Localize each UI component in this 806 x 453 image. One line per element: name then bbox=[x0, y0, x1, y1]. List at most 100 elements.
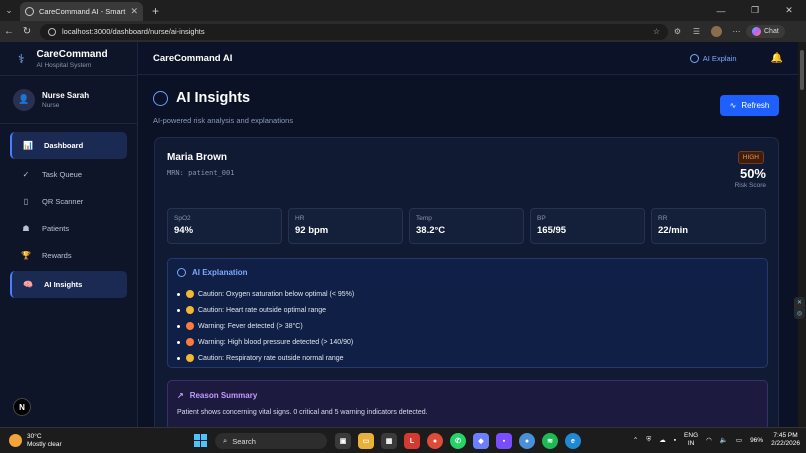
close-window-icon[interactable]: ✕ bbox=[772, 0, 806, 21]
language-indicator[interactable]: ENG IN bbox=[684, 432, 698, 448]
profile-avatar[interactable] bbox=[711, 26, 722, 37]
reason-summary-panel: ↗ Reason Summary Patient shows concerning… bbox=[167, 380, 768, 427]
app-purple-icon[interactable]: ▪ bbox=[496, 433, 512, 449]
back-icon[interactable]: ← bbox=[0, 26, 18, 37]
taskbar-apps: ▣ ▭ ▦ L ● ✆ ◆ ▪ ● ≋ e bbox=[335, 433, 581, 449]
site-info-icon[interactable] bbox=[48, 27, 56, 36]
caduceus-icon: ⚕ bbox=[18, 51, 25, 66]
sidebar-item-patients[interactable]: ☗ Patients bbox=[10, 215, 127, 242]
weather-widget[interactable]: 30°C Mostly clear bbox=[9, 433, 99, 449]
whatsapp-icon[interactable]: ✆ bbox=[450, 433, 466, 449]
brand: ⚕ CareCommand AI Hospital System bbox=[0, 42, 137, 76]
sidebar-item-ai-insights[interactable]: 🧠 AI Insights bbox=[10, 271, 127, 298]
window-controls: — ❐ ✕ bbox=[704, 0, 806, 21]
trophy-icon: 🏆 bbox=[21, 251, 31, 260]
maximize-icon[interactable]: ❐ bbox=[738, 0, 772, 21]
user-role: Nurse bbox=[42, 101, 60, 109]
copilot-chat-button[interactable]: Chat bbox=[746, 25, 785, 38]
vitals-row: SpO2 94% HR 92 bpm Temp 38.2°C BP 165/95… bbox=[167, 208, 766, 244]
vital-hr: HR 92 bpm bbox=[288, 208, 403, 244]
favorite-star-icon[interactable]: ☆ bbox=[653, 27, 660, 36]
clock-time: 7:45 PM bbox=[773, 432, 798, 439]
ai-explanation-title: AI Explanation bbox=[192, 268, 248, 277]
sidebar-item-qr-scanner[interactable]: ▯ QR Scanner bbox=[10, 188, 127, 215]
battery-icon[interactable]: ▭ bbox=[736, 436, 742, 444]
reload-icon[interactable]: ↻ bbox=[18, 26, 36, 37]
app-name: CareCommand AI bbox=[153, 52, 233, 64]
sidebar-item-rewards[interactable]: 🏆 Rewards bbox=[10, 242, 127, 269]
search-icon: ⌕ bbox=[223, 436, 228, 445]
next-dev-badge[interactable]: N bbox=[13, 398, 31, 416]
minimize-icon[interactable]: — bbox=[704, 0, 738, 21]
sidebar-item-label: QR Scanner bbox=[42, 197, 84, 206]
url-text: localhost:3000/dashboard/nurse/ai-insigh… bbox=[62, 27, 205, 36]
browser-tab[interactable]: CareCommand AI - Smart Digital H ✕ bbox=[20, 2, 143, 21]
file-explorer-icon[interactable]: ▭ bbox=[358, 433, 374, 449]
sidebar-item-task-queue[interactable]: ✓ Task Queue bbox=[10, 161, 127, 188]
windows-start-icon[interactable] bbox=[194, 434, 207, 447]
sidebar-item-dashboard[interactable]: 📊 Dashboard bbox=[10, 132, 127, 159]
favorites-icon[interactable]: ☰ bbox=[687, 27, 706, 36]
app-tray-icon[interactable]: ▪ bbox=[674, 437, 676, 444]
refresh-button[interactable]: ∿ Refresh bbox=[720, 95, 779, 116]
extensions-icon[interactable]: ⚙ bbox=[668, 27, 687, 36]
scrollbar-thumb[interactable] bbox=[800, 50, 804, 90]
sidebar-item-label: Rewards bbox=[42, 251, 72, 260]
ai-explain-button[interactable]: AI Explain bbox=[689, 53, 737, 63]
explanation-list: Caution: Oxygen saturation below optimal… bbox=[177, 286, 354, 366]
list-item-text: Caution: Oxygen saturation below optimal… bbox=[198, 290, 355, 298]
trend-icon: ↗ bbox=[177, 391, 184, 400]
warning-icon bbox=[186, 322, 194, 330]
patient-mrn: MRN: patient_001 bbox=[167, 169, 235, 177]
temperature: 30°C bbox=[27, 432, 42, 440]
task-view-icon[interactable]: ▣ bbox=[335, 433, 351, 449]
user-profile: 👤 Nurse Sarah Nurse bbox=[0, 76, 137, 124]
edge-icon[interactable]: e bbox=[565, 433, 581, 449]
region-code: IN bbox=[687, 440, 695, 447]
chrome-icon[interactable]: ● bbox=[427, 433, 443, 449]
vital-value: 92 bpm bbox=[295, 225, 329, 236]
caution-icon bbox=[186, 290, 194, 298]
taskbar-search[interactable]: ⌕ Search bbox=[215, 433, 327, 449]
vital-value: 94% bbox=[174, 225, 194, 236]
vital-value: 38.2°C bbox=[416, 225, 446, 236]
close-icon[interactable]: ✕ bbox=[797, 299, 802, 306]
copilot-app-icon[interactable]: ◆ bbox=[473, 433, 489, 449]
onedrive-icon[interactable]: ☁ bbox=[659, 436, 666, 444]
copilot-label: Chat bbox=[764, 28, 779, 35]
list-item-text: Warning: Fever detected (> 38°C) bbox=[198, 322, 303, 330]
clock[interactable]: 7:45 PM 2/22/2026 bbox=[771, 432, 800, 448]
store-icon[interactable]: ▦ bbox=[381, 433, 397, 449]
app-l-icon[interactable]: L bbox=[404, 433, 420, 449]
close-tab-icon[interactable]: ✕ bbox=[130, 6, 138, 17]
brand-title: CareCommand bbox=[36, 48, 108, 60]
risk-score: 50% bbox=[739, 166, 766, 181]
vital-bp: BP 165/95 bbox=[530, 208, 645, 244]
new-tab-icon[interactable]: + bbox=[152, 4, 159, 18]
more-icon[interactable]: ⋯ bbox=[727, 27, 746, 36]
patient-card: Maria Brown MRN: patient_001 HIGH 50% Ri… bbox=[154, 137, 779, 427]
url-field[interactable]: localhost:3000/dashboard/nurse/ai-insigh… bbox=[40, 23, 668, 40]
chevron-up-icon[interactable]: ⌃ bbox=[633, 436, 638, 444]
check-icon: ✓ bbox=[22, 170, 30, 179]
page-scrollbar[interactable] bbox=[798, 42, 806, 427]
main-content: CareCommand AI AI Explain 🔔 AI Insights … bbox=[138, 42, 798, 427]
chrome-profile-icon[interactable]: ● bbox=[519, 433, 535, 449]
bell-icon[interactable]: 🔔 bbox=[771, 53, 783, 64]
bullet bbox=[177, 356, 180, 360]
volume-icon[interactable]: 🔈 bbox=[720, 436, 728, 444]
spotify-icon[interactable]: ≋ bbox=[542, 433, 558, 449]
page-subtitle: AI-powered risk analysis and explanation… bbox=[153, 116, 294, 125]
tab-actions-icon[interactable]: ⌄ bbox=[0, 0, 18, 21]
ai-explanation-panel: AI Explanation Caution: Oxygen saturatio… bbox=[167, 258, 768, 368]
bullet bbox=[177, 308, 180, 312]
sidebar-item-label: Patients bbox=[42, 224, 70, 233]
wifi-icon[interactable]: ◠ bbox=[706, 436, 712, 444]
defender-icon[interactable]: ⛨ bbox=[646, 436, 651, 444]
vital-rr: RR 22/min bbox=[651, 208, 766, 244]
sidebar-nav: 📊 Dashboard ✓ Task Queue ▯ QR Scanner ☗ … bbox=[0, 124, 137, 298]
caution-icon bbox=[186, 354, 194, 362]
sidebar-item-label: Dashboard bbox=[44, 141, 84, 150]
list-item: Warning: High blood pressure detected (>… bbox=[177, 334, 354, 350]
tool-icon[interactable]: ◎ bbox=[797, 310, 802, 317]
